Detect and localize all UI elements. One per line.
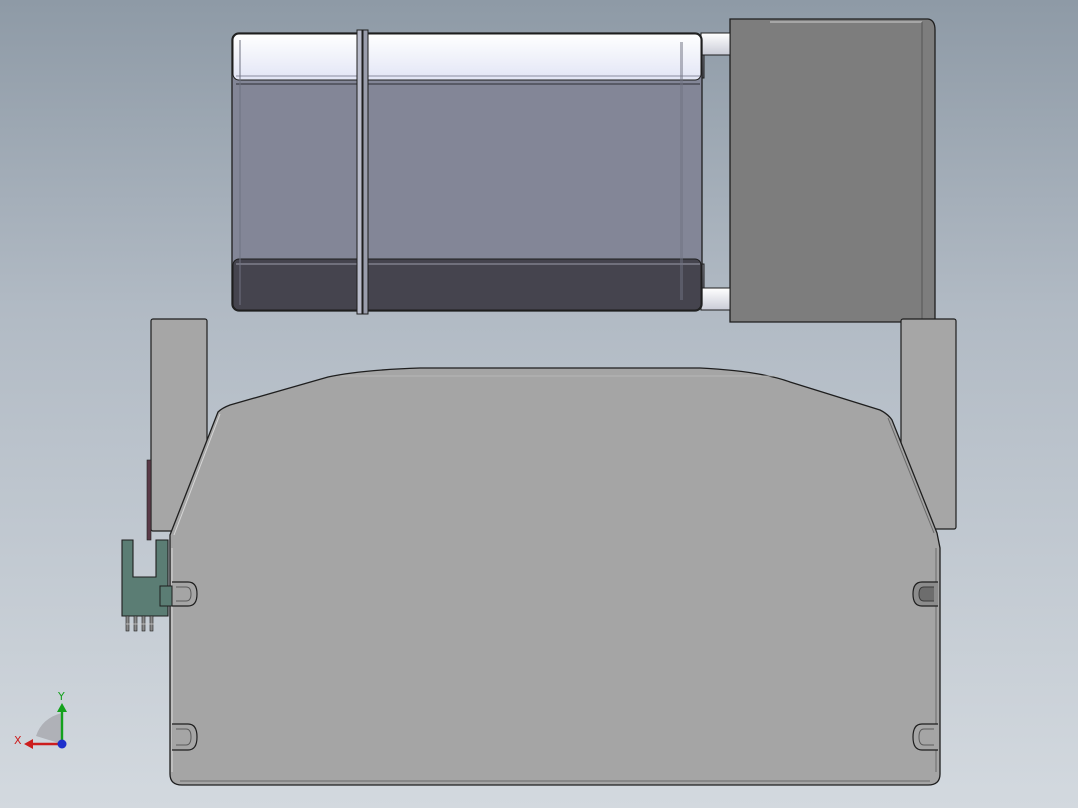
triad-plane-icon: [36, 713, 62, 744]
mounting-slot-right-lower: [912, 723, 938, 751]
triad-x-arrow-icon: [24, 739, 33, 749]
triad-y-arrow-icon: [57, 703, 67, 712]
reference-triad[interactable]: Y X: [14, 690, 67, 749]
mounting-slot-right-upper: [912, 581, 938, 607]
triad-x-label: X: [14, 734, 22, 747]
base-block: [169, 367, 941, 786]
triad-y-label: Y: [57, 690, 65, 703]
slot-sensor: [121, 539, 173, 632]
model-view[interactable]: Y X: [0, 0, 1078, 808]
cad-viewport[interactable]: Y X: [0, 0, 1078, 808]
gearbox-housing: [729, 18, 936, 323]
mounting-slot-left-upper: [172, 581, 198, 607]
stepper-motor: [231, 29, 703, 315]
mounting-slot-left-lower: [172, 723, 198, 751]
triad-z-axis-icon: [57, 739, 67, 749]
